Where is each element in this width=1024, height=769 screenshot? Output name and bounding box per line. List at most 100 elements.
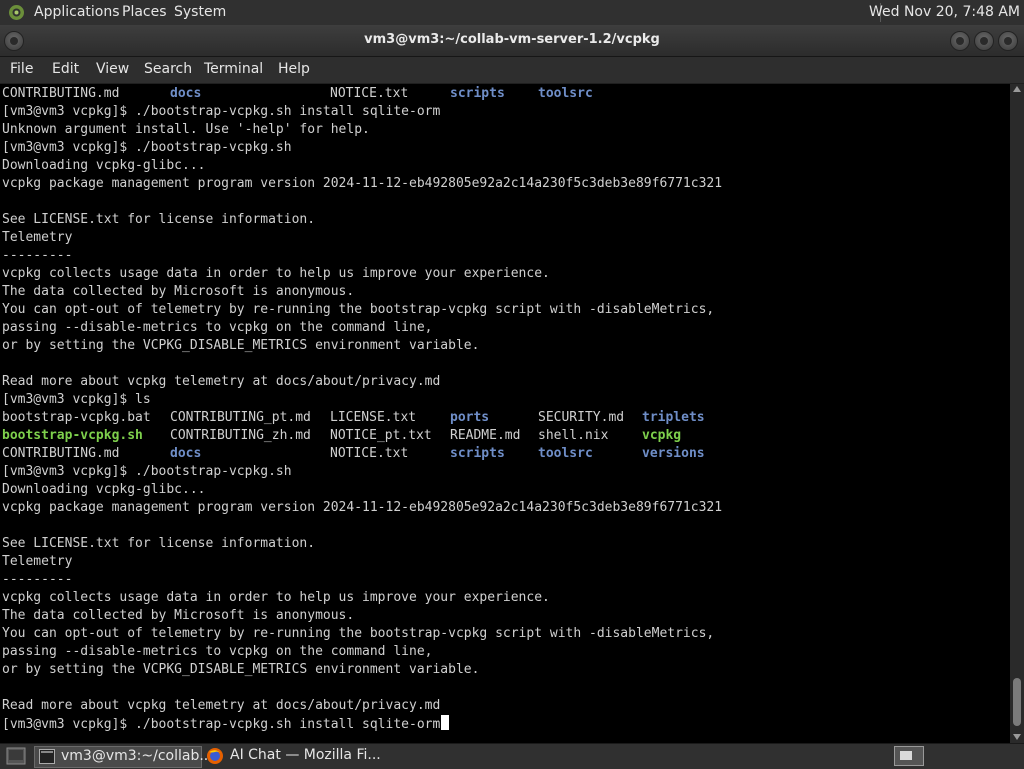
ls-entry: NOTICE_pt.txt [330,428,432,443]
terminal-line-text: Downloading vcpkg-glibc... [2,482,206,497]
terminal-line-text: vcpkg package management program version… [2,500,723,515]
scroll-down-arrow-icon[interactable] [1013,734,1021,740]
terminal-line-text: or by setting the VCPKG_DISABLE_METRICS … [2,338,480,353]
terminal-line-text: Read more about vcpkg telemetry at docs/… [2,698,441,713]
taskbar-item-terminal[interactable]: vm3@vm3:~/collab... [34,746,213,768]
terminal-line: See LICENSE.txt for license information. [2,535,1002,553]
terminal-line: CONTRIBUTING.md docs NOTICE.txt scripts tool… [2,85,1002,103]
menu-terminal[interactable]: Terminal [204,61,263,77]
ls-entry: vcpkg [642,428,682,443]
terminal-line: [vm3@vm3 vcpkg]$ ls [2,391,1002,409]
ls-entry: bootstrap-vcpkg.bat [2,410,151,425]
terminal-line-text: CONTRIBUTING.md [2,86,120,101]
terminal-line-text: vcpkg collects usage data in order to he… [2,590,550,605]
menu-file[interactable]: File [10,61,33,77]
ls-entry: scripts [450,446,505,461]
menu-applications[interactable]: Applications [34,4,120,20]
terminal-line: Read more about vcpkg telemetry at docs/… [2,373,1002,391]
menu-edit[interactable]: Edit [52,61,79,77]
terminal-line-text: vcpkg package management program version… [2,176,723,191]
terminal-line: You can opt-out of telemetry by re-runni… [2,625,1002,643]
terminal-line-text: [vm3@vm3 vcpkg]$ ./bootstrap-vcpkg.sh in… [2,104,441,119]
terminal-line-text: See LICENSE.txt for license information. [2,536,316,551]
terminal-line: Telemetry [2,229,1002,247]
close-button[interactable] [998,31,1018,51]
terminal-line: See LICENSE.txt for license information. [2,211,1002,229]
terminal-line: or by setting the VCPKG_DISABLE_METRICS … [2,337,1002,355]
terminal-line-text: Read more about vcpkg telemetry at docs/… [2,374,441,389]
terminal-output[interactable]: CONTRIBUTING.md docs NOTICE.txt scripts tool… [0,84,1010,743]
terminal-line: CONTRIBUTING.md docs NOTICE.txt scripts tool… [2,445,1002,463]
terminal-icon [39,749,55,764]
terminal-line: vcpkg package management program version… [2,175,1002,193]
terminal-line-text: [vm3@vm3 vcpkg]$ ./bootstrap-vcpkg.sh [2,464,292,479]
terminal-line: vcpkg package management program version… [2,499,1002,517]
taskbar-item-label: AI Chat — Mozilla Fi... [230,747,381,763]
title-bar[interactable]: vm3@vm3:~/collab-vm-server-1.2/vcpkg [0,25,1024,57]
gnome-foot-icon[interactable] [8,4,25,21]
ls-entry: CONTRIBUTING_zh.md [170,428,311,443]
terminal-line: [vm3@vm3 vcpkg]$ ./bootstrap-vcpkg.sh in… [2,103,1002,121]
terminal-line: --------- [2,247,1002,265]
terminal-line-text: The data collected by Microsoft is anony… [2,608,355,623]
terminal-line-text: Downloading vcpkg-glibc... [2,158,206,173]
terminal-line: [vm3@vm3 vcpkg]$ ./bootstrap-vcpkg.sh [2,139,1002,157]
taskbar-item-label: vm3@vm3:~/collab... [61,748,213,764]
terminal-window: vm3@vm3:~/collab-vm-server-1.2/vcpkg Fil… [0,25,1024,743]
menu-system[interactable]: System [174,4,226,20]
ls-entry: NOTICE.txt [330,446,409,461]
workspace-switcher-icon[interactable] [894,746,924,766]
ls-entry: scripts [450,86,505,101]
ls-entry: versions [642,446,705,461]
terminal-line: Downloading vcpkg-glibc... [2,481,1002,499]
terminal-line: or by setting the VCPKG_DISABLE_METRICS … [2,661,1002,679]
terminal-line-text: --------- [2,248,73,263]
terminal-line-text: The data collected by Microsoft is anony… [2,284,355,299]
terminal-line-text: passing --disable-metrics to vcpkg on th… [2,644,433,659]
terminal-line: The data collected by Microsoft is anony… [2,607,1002,625]
maximize-button[interactable] [974,31,994,51]
terminal-line: You can opt-out of telemetry by re-runni… [2,301,1002,319]
ls-entry: shell.nix [538,428,609,443]
scrollbar-thumb[interactable] [1013,678,1021,726]
terminal-line-text: Telemetry [2,230,73,245]
terminal-line-text: Telemetry [2,554,73,569]
terminal-line-text: --------- [2,572,73,587]
terminal-line-text: or by setting the VCPKG_DISABLE_METRICS … [2,662,480,677]
ls-entry: docs [170,446,202,461]
ls-entry: docs [170,86,202,101]
show-desktop-icon[interactable] [6,747,26,765]
ls-entry: toolsrc [538,86,593,101]
terminal-line: The data collected by Microsoft is anony… [2,283,1002,301]
ls-entry: LICENSE.txt [330,410,417,425]
terminal-line-text: vcpkg collects usage data in order to he… [2,266,550,281]
terminal-line: vcpkg collects usage data in order to he… [2,265,1002,283]
scrollbar[interactable] [1010,84,1024,743]
terminal-line: passing --disable-metrics to vcpkg on th… [2,643,1002,661]
terminal-line: --------- [2,571,1002,589]
text-cursor [441,715,450,730]
scroll-up-arrow-icon[interactable] [1013,86,1021,92]
terminal-line: passing --disable-metrics to vcpkg on th… [2,319,1002,337]
menu-help[interactable]: Help [278,61,310,77]
terminal-line-text: [vm3@vm3 vcpkg]$ ls [2,392,151,407]
terminal-line-text: [vm3@vm3 vcpkg]$ ./bootstrap-vcpkg.sh in… [2,717,441,732]
clock[interactable]: Wed Nov 20, 7:48 AM [869,4,1020,20]
terminal-line: Downloading vcpkg-glibc... [2,157,1002,175]
window-title: vm3@vm3:~/collab-vm-server-1.2/vcpkg [364,32,660,47]
menu-view[interactable]: View [96,61,129,77]
terminal-line: [vm3@vm3 vcpkg]$ ./bootstrap-vcpkg.sh in… [2,715,1002,733]
terminal-line-text: See LICENSE.txt for license information. [2,212,316,227]
menu-places[interactable]: Places [122,4,167,20]
minimize-button[interactable] [950,31,970,51]
terminal-line: [vm3@vm3 vcpkg]$ ./bootstrap-vcpkg.sh [2,463,1002,481]
terminal-line: Read more about vcpkg telemetry at docs/… [2,697,1002,715]
terminal-line: bootstrap-vcpkg.bat CONTRIBUTING_pt.md LIC… [2,409,1002,427]
terminal-line-text: You can opt-out of telemetry by re-runni… [2,302,715,317]
menu-search[interactable]: Search [144,61,192,77]
taskbar-item-firefox[interactable]: AI Chat — Mozilla Fi... [204,746,381,766]
